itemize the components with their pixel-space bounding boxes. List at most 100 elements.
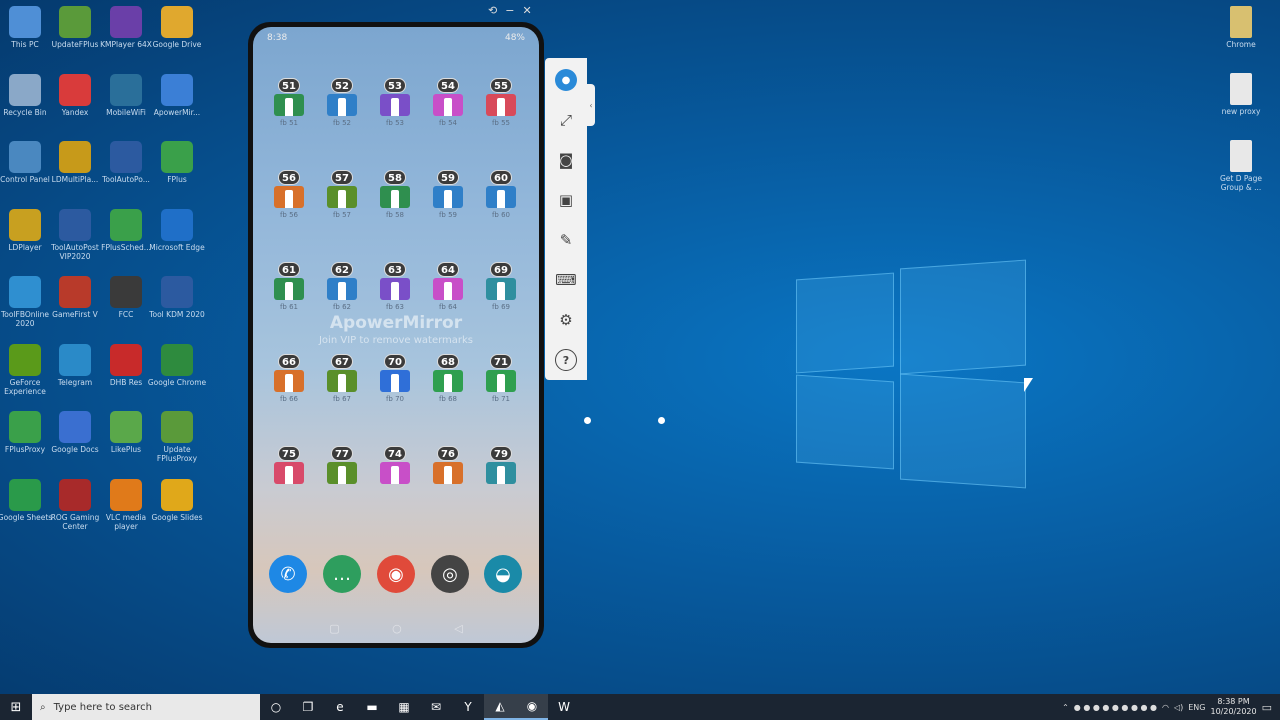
messages-icon[interactable]: … [323,555,361,593]
app-icon[interactable]: 75 [269,442,309,487]
app-number-badge: 58 [384,170,406,185]
app-icon[interactable]: 70 fb 70 [375,350,415,403]
back-nav-icon[interactable]: ◁ [454,622,462,635]
show-hidden-icons-icon[interactable]: ⌃ [1062,703,1069,712]
app-label: fb 56 [279,211,299,219]
word-icon[interactable]: W [548,694,580,720]
settings-icon[interactable]: ⚙ [555,309,577,331]
phone-mirror-window[interactable]: 8:38 48% 51 fb 51 52 fb 52 53 fb 53 54 fb 54 55 f… [248,22,544,648]
account-icon[interactable]: ● [555,69,577,91]
desktop-shortcut[interactable]: Get D Page Group & ... [1210,140,1272,192]
app-icon[interactable]: 51 fb 51 [269,74,309,127]
tray-apps-icon[interactable]: ● ● ● ● ● ● ● ● ● [1074,703,1157,712]
app-icon[interactable]: 53 fb 53 [375,74,415,127]
close-button[interactable]: ✕ [522,4,531,17]
app-icon[interactable]: 56 fb 56 [269,166,309,219]
file-explorer-icon[interactable]: ▬ [356,694,388,720]
phone-icon[interactable]: ✆ [269,555,307,593]
desktop-shortcut[interactable]: Google Slides [146,478,208,522]
taskbar-apps: ○ ❐ e ▬ ▦ ✉ Y ◭ ◉ W [260,694,580,720]
language-indicator[interactable]: ENG [1188,703,1205,712]
apowermirror-icon[interactable]: ◭ [484,694,516,720]
camera-icon[interactable]: ◎ [431,555,469,593]
desktop-shortcut[interactable]: FPlus [146,141,208,184]
app-number-badge: 51 [278,78,300,93]
edge-icon[interactable]: e [324,694,356,720]
app-icon[interactable]: 63 fb 63 [375,258,415,311]
pin-icon[interactable]: ⟲ [488,4,497,17]
keyboard-icon[interactable]: ⌨ [555,269,577,291]
clock[interactable]: 8:38 PM 10/20/2020 [1210,697,1256,717]
app-logo-icon [433,186,463,208]
fullscreen-icon[interactable]: ⤢ [555,109,577,131]
app-icon[interactable]: 59 fb 59 [428,166,468,219]
app-number-badge: 75 [278,446,300,461]
app-icon[interactable]: 54 fb 54 [428,74,468,127]
home-nav-icon[interactable]: ○ [392,622,402,635]
app-icon[interactable]: 77 [322,442,362,487]
app-icon[interactable]: 55 fb 55 [481,74,521,127]
desktop-shortcut[interactable]: Google Drive [146,6,208,49]
cortana-icon[interactable]: ○ [260,694,292,720]
weather-icon[interactable]: ◒ [484,555,522,593]
help-icon[interactable]: ? [555,349,577,371]
app-number-badge: 70 [384,354,406,369]
app-number-badge: 71 [490,354,512,369]
app-logo-icon [433,94,463,116]
desktop-shortcut-label: Google Drive [152,40,202,49]
taskbar-search[interactable]: ⌕ Type here to search [32,694,260,720]
screenshot-icon[interactable]: ◙ [555,149,577,171]
app-number-badge: 77 [331,446,353,461]
app-number-badge: 63 [384,262,406,277]
desktop-shortcut[interactable]: new proxy [1210,73,1272,116]
store-icon[interactable]: ▦ [388,694,420,720]
minimize-button[interactable]: − [505,4,514,17]
app-icon[interactable]: 67 fb 67 [322,350,362,403]
task-view-icon[interactable]: ❐ [292,694,324,720]
app-logo-icon [486,462,516,484]
desktop-shortcut[interactable]: Microsoft Edge [146,208,208,252]
app-icon[interactable]: 52 fb 52 [322,74,362,127]
desktop-shortcut[interactable]: Google Chrome [146,343,208,387]
chrome-icon[interactable]: ◉ [516,694,548,720]
app-icon[interactable]: 71 fb 71 [481,350,521,403]
yandex-icon[interactable]: Y [452,694,484,720]
file-icon [1230,73,1252,105]
app-icon[interactable]: 66 fb 66 [269,350,309,403]
chrome-icon[interactable]: ◉ [377,555,415,593]
app-icon[interactable]: 69 fb 69 [481,258,521,311]
app-icon[interactable]: 64 fb 64 [428,258,468,311]
brush-icon[interactable]: ✎ [555,229,577,251]
app-icon[interactable]: 58 fb 58 [375,166,415,219]
notifications-icon[interactable]: ▭ [1262,701,1272,714]
network-icon[interactable]: ◠ [1162,703,1169,712]
record-icon[interactable]: ▣ [555,189,577,211]
vlc-icon [110,478,142,511]
app-label: fb 70 [385,395,405,403]
desktop-shortcut[interactable]: Update FPlusProxy [146,411,208,463]
fplusproxy-icon [9,411,41,443]
phone-screen[interactable]: 8:38 48% 51 fb 51 52 fb 52 53 fb 53 54 fb 54 55 f… [253,27,539,643]
volume-icon[interactable]: ◁) [1174,703,1183,712]
app-icon[interactable]: 76 [428,442,468,487]
collapse-toolbar-button[interactable]: ‹ [587,84,595,126]
desktop-shortcut[interactable]: Chrome [1210,6,1272,49]
app-icon[interactable]: 60 fb 60 [481,166,521,219]
apowermirror-icon [161,73,193,106]
app-icon[interactable]: 74 [375,442,415,487]
start-button[interactable]: ⊞ [0,694,32,720]
desktop-shortcut[interactable]: ApowerMir... [146,73,208,117]
app-icon[interactable]: 79 [481,442,521,487]
app-number-badge: 76 [437,446,459,461]
app-label: fb 71 [491,395,511,403]
mail-icon[interactable]: ✉ [420,694,452,720]
desktop-shortcut[interactable]: Tool KDM 2020 [146,276,208,319]
app-icon[interactable]: 68 fb 68 [428,350,468,403]
mouse-cursor [1024,378,1033,392]
search-icon: ⌕ [40,701,46,713]
recents-nav-icon[interactable]: ▢ [329,622,339,635]
app-icon[interactable]: 57 fb 57 [322,166,362,219]
clock-date: 10/20/2020 [1210,707,1257,716]
app-icon[interactable]: 61 fb 61 [269,258,309,311]
app-icon[interactable]: 62 fb 62 [322,258,362,311]
